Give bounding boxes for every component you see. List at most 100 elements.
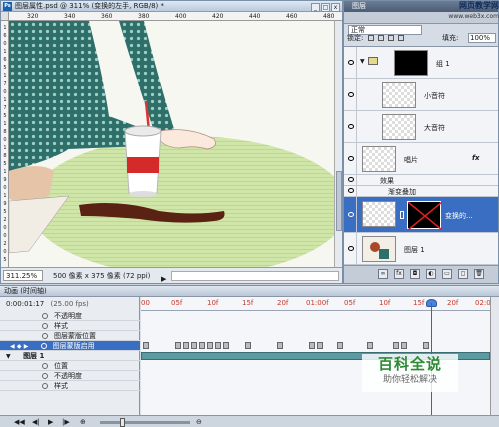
layer-name: 变换的... — [445, 212, 473, 220]
timeline-row[interactable]: 图层蒙版位置 — [0, 331, 140, 341]
next-keyframe-icon[interactable]: ▶ — [24, 343, 29, 350]
effect-row[interactable]: 渐变叠加 — [344, 186, 498, 197]
layer-row[interactable]: 小音符 — [344, 79, 498, 111]
prev-frame-button[interactable]: ◀| — [32, 418, 40, 427]
ruler-tick: 0 — [3, 233, 7, 239]
layer-row[interactable]: 图层 1 — [344, 233, 498, 265]
document-title-bar[interactable]: 图层属性.psd @ 311% (变换的左手, RGB/8) * — [1, 1, 342, 12]
vertical-scrollbar[interactable] — [334, 21, 342, 267]
zoom-input[interactable]: 311.25% — [3, 270, 43, 281]
frame-rate: (25.00 fps) — [50, 300, 89, 308]
frame-ruler[interactable]: 00 05f 10f 15f 20f 01:00f 05f 10f 15f 20… — [141, 297, 490, 311]
watermark-brand: 百科全说 — [377, 355, 442, 373]
close-button[interactable]: x — [331, 3, 340, 12]
play-button[interactable]: ▶ — [48, 418, 53, 427]
animation-tab[interactable]: 动画 (时间轴) — [4, 287, 47, 295]
layer-name: 图层 1 — [404, 246, 425, 254]
layer-name: 大音符 — [424, 124, 445, 132]
timeline-row[interactable]: 样式 — [0, 381, 140, 391]
timeline-row[interactable]: 不透明度 — [0, 371, 140, 381]
zoom-out-timeline-button[interactable]: ⊖ — [196, 418, 202, 427]
visibility-eye-icon[interactable] — [345, 143, 357, 174]
ruler-tick: 8 — [3, 153, 7, 159]
first-frame-button[interactable]: ◀◀ — [14, 418, 25, 427]
fx-icon[interactable]: fx — [394, 269, 404, 279]
visibility-eye-icon[interactable] — [345, 79, 357, 110]
layer-row[interactable]: 大音符 — [344, 111, 498, 143]
fill-input[interactable]: 100% — [468, 33, 496, 43]
layer-row[interactable]: 唱片 fx — [344, 143, 498, 175]
keyframe — [309, 342, 315, 349]
timecode-display[interactable]: 0:00:01:17 (25.00 fps) — [6, 300, 89, 308]
trash-icon[interactable]: 🗑 — [474, 269, 484, 279]
animation-panel-title[interactable]: 动画 (时间轴) — [0, 286, 499, 297]
visibility-eye-icon[interactable] — [345, 233, 357, 264]
stopwatch-icon — [42, 323, 48, 329]
mask-thumbnail[interactable] — [407, 201, 443, 231]
keyframe — [191, 342, 197, 349]
timeline-zoom-slider[interactable] — [100, 421, 190, 424]
timeline-row[interactable]: 样式 — [0, 321, 140, 331]
property-label: 样式 — [54, 382, 68, 390]
adjust-icon[interactable]: ◐ — [426, 269, 436, 279]
fill-label: 填充: — [442, 34, 459, 42]
photoshop-icon: Ps — [3, 2, 12, 11]
lock-transparency-icon[interactable] — [367, 35, 374, 41]
ruler-tick: 1 — [3, 121, 7, 127]
lock-position-icon[interactable] — [388, 35, 395, 41]
timeline-row[interactable]: 不透明度 — [0, 311, 140, 321]
minimize-button[interactable]: _ — [311, 3, 320, 12]
visibility-eye-icon[interactable] — [345, 111, 357, 142]
visibility-eye-icon[interactable] — [345, 197, 357, 232]
layer-thumbnail — [382, 114, 416, 140]
lock-all-icon[interactable] — [398, 35, 405, 41]
visibility-eye-icon[interactable] — [345, 47, 357, 78]
fx-badge[interactable]: fx — [472, 154, 480, 162]
ruler-tick: 460 — [286, 13, 298, 20]
timeline-layer-row[interactable]: ▼ 图层 1 — [0, 351, 140, 361]
layer-name: 唱片 — [404, 156, 418, 164]
layer-row-selected[interactable]: 变换的... — [344, 197, 498, 233]
new-layer-icon[interactable]: ◻ — [458, 269, 468, 279]
effect-row[interactable]: 效果 — [344, 175, 498, 186]
group-expand-icon[interactable]: ▼ — [360, 58, 365, 65]
ruler-tick: 0 — [3, 225, 7, 231]
keyframe — [215, 342, 221, 349]
timeline-row-selected[interactable]: ◀ ◆ ▶ 图层蒙版启用 — [0, 341, 140, 351]
stopwatch-icon — [42, 383, 48, 389]
brand-watermark: 百科全说 助你轻松解决 — [362, 354, 458, 392]
add-keyframe-icon[interactable]: ◆ — [17, 343, 22, 350]
layer-label: 图层 1 — [23, 352, 45, 360]
keyframe — [199, 342, 205, 349]
timeline-scrollbar[interactable] — [490, 297, 499, 415]
frame-label: 01:00f — [306, 299, 329, 307]
horizontal-scrollbar[interactable] — [171, 271, 339, 281]
ruler-tick: 0 — [3, 185, 7, 191]
maximize-button[interactable]: □ — [321, 3, 330, 12]
ruler-tick: 380 — [138, 13, 150, 20]
visibility-eye-icon[interactable] — [345, 186, 357, 196]
folder-icon[interactable]: ▭ — [442, 269, 452, 279]
timeline-zoom-knob[interactable] — [120, 418, 125, 427]
gradient-overlay-label: 渐变叠加 — [388, 188, 416, 196]
expand-icon[interactable]: ▼ — [6, 353, 11, 360]
layers-panel-tab[interactable]: 图层 — [352, 2, 366, 10]
ruler-tick: 7 — [3, 105, 7, 111]
vertical-ruler[interactable]: 1 6 0 1 6 5 1 7 0 1 7 5 1 8 0 1 8 5 1 9 0 1 9 5 2 0 0 2 0 5 — [1, 21, 9, 267]
lock-image-icon[interactable] — [377, 35, 384, 41]
scroll-thumb[interactable] — [336, 171, 342, 231]
visibility-eye-icon[interactable] — [345, 175, 357, 185]
keyframe-track[interactable] — [141, 341, 490, 351]
link-icon[interactable]: ∞ — [378, 269, 388, 279]
mask-icon[interactable]: ◘ — [410, 269, 420, 279]
prev-keyframe-icon[interactable]: ◀ — [10, 343, 15, 350]
zoom-in-timeline-button[interactable]: ⊕ — [80, 418, 86, 427]
layer-row-group[interactable]: ▼ 组 1 — [344, 47, 498, 79]
timeline-row[interactable]: 位置 — [0, 361, 140, 371]
next-frame-button[interactable]: |▶ — [62, 418, 70, 427]
stopwatch-icon — [42, 373, 48, 379]
horizontal-ruler[interactable]: 320 340 360 380 400 420 440 460 480 — [9, 12, 342, 21]
chain-link-icon[interactable] — [400, 211, 404, 219]
ruler-origin[interactable] — [1, 12, 9, 21]
image-canvas[interactable] — [9, 21, 334, 267]
